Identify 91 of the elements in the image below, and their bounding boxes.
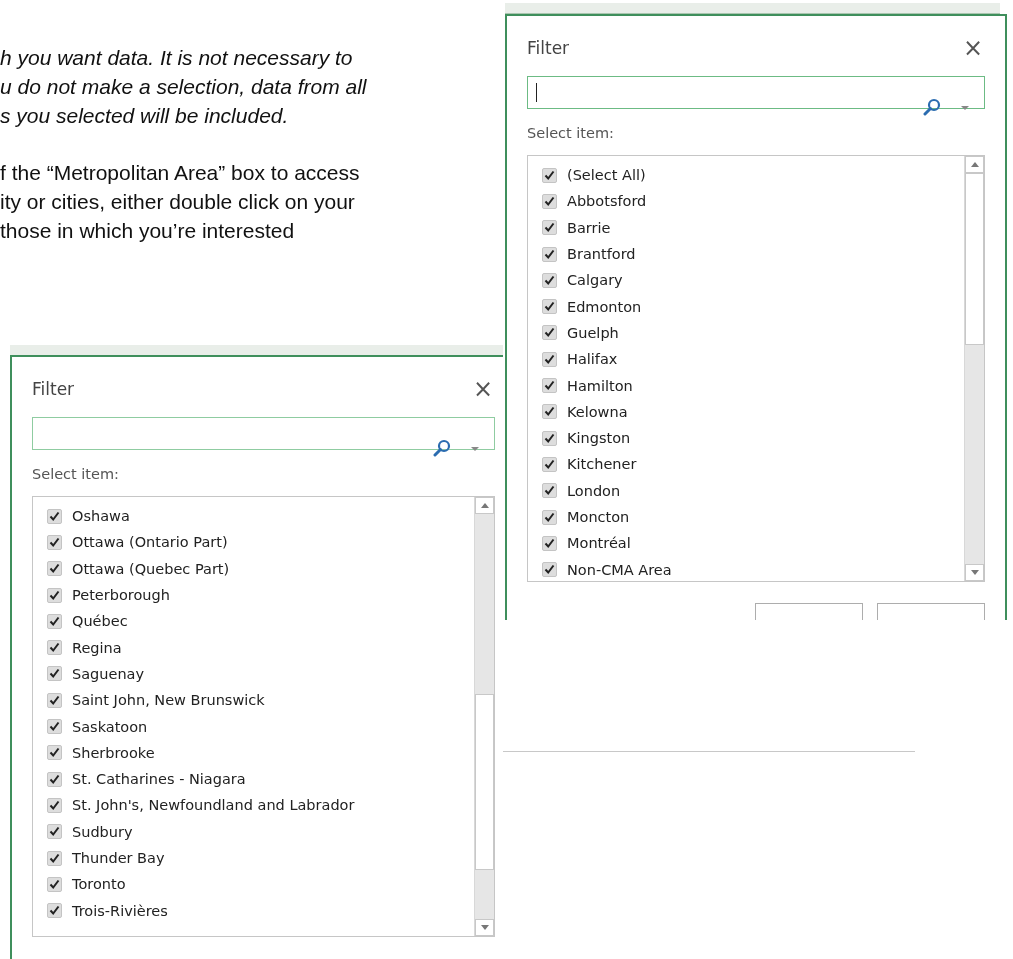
list-item[interactable]: (Select All) (542, 162, 964, 189)
list-label: Select item: (527, 125, 615, 143)
checkbox[interactable] (47, 876, 62, 892)
paragraph-line: those in which you’re interested (0, 218, 295, 244)
scrollbar[interactable] (474, 497, 494, 936)
checkbox[interactable] (47, 666, 62, 682)
checkbox[interactable] (542, 193, 557, 209)
caret-icon[interactable] (471, 447, 479, 451)
checkbox[interactable] (47, 613, 62, 629)
search-icon[interactable] (923, 98, 941, 116)
dialog-title: Filter (527, 38, 570, 58)
checkbox[interactable] (542, 562, 557, 578)
checkbox[interactable] (47, 534, 62, 550)
checkbox[interactable] (542, 246, 557, 262)
list-item[interactable]: Halifax (542, 346, 964, 373)
paragraph-line: s you selected will be included. (0, 103, 289, 129)
checkbox[interactable] (542, 299, 557, 315)
checkbox[interactable] (47, 561, 62, 577)
list-item[interactable]: Saint John, New Brunswick (47, 687, 474, 714)
paragraph-line: h you want data. It is not necessary to (0, 45, 353, 71)
checkbox[interactable] (542, 509, 557, 525)
checkbox[interactable] (542, 325, 557, 341)
list-item[interactable]: Sherbrooke (47, 739, 474, 766)
list-item[interactable]: Oshawa (47, 503, 474, 530)
list-item[interactable]: Kingston (542, 424, 964, 452)
checkbox[interactable] (542, 167, 557, 183)
list-item[interactable]: Ottawa (Quebec Part) (47, 555, 474, 582)
checkbox[interactable] (47, 692, 62, 708)
checkbox[interactable] (542, 456, 557, 472)
scroll-down-icon[interactable] (475, 919, 494, 936)
checkbox[interactable] (47, 824, 62, 840)
list-item[interactable]: Ottawa (Ontario Part) (47, 529, 474, 556)
scroll-down-icon[interactable] (965, 564, 984, 581)
list-item[interactable]: Barrie (542, 214, 964, 241)
search-icon[interactable] (433, 439, 451, 457)
list-item[interactable]: Hamilton (542, 372, 964, 399)
checkbox[interactable] (542, 351, 557, 367)
list-item[interactable]: St. John's, Newfoundland and Labrador (47, 792, 474, 819)
list-item[interactable]: Peterborough (47, 581, 474, 609)
checkbox[interactable] (47, 797, 62, 813)
paragraph-line: u do not make a selection, data from all (0, 74, 367, 100)
list-item[interactable]: Trois-Rivières (47, 897, 474, 924)
list-item[interactable]: Sudbury (47, 818, 474, 845)
scroll-up-icon[interactable] (965, 156, 984, 173)
checkbox[interactable] (542, 378, 557, 393)
scrollbar[interactable] (964, 156, 984, 581)
caret-icon[interactable] (961, 106, 969, 110)
list-item[interactable]: St. Catharines - Niagara (47, 765, 474, 793)
close-button[interactable]: × (472, 379, 493, 399)
checkbox[interactable] (542, 272, 557, 288)
checkbox[interactable] (47, 850, 62, 866)
list-item[interactable]: Kitchener (542, 451, 964, 478)
list-item[interactable]: Saguenay (47, 660, 474, 688)
checkbox[interactable] (542, 483, 557, 499)
list-item[interactable]: Moncton (542, 503, 964, 531)
list-label: Select item: (32, 466, 120, 484)
list-item[interactable]: Brantford (542, 240, 964, 268)
scroll-up-icon[interactable] (475, 497, 494, 514)
list-item[interactable]: Toronto (47, 871, 474, 898)
scroll-thumb[interactable] (475, 694, 494, 870)
checkbox[interactable] (47, 745, 62, 761)
search-field[interactable] (527, 76, 985, 109)
checkbox[interactable] (47, 719, 62, 734)
checkbox[interactable] (542, 535, 557, 551)
checkbox[interactable] (47, 771, 62, 787)
list-item[interactable]: Calgary (542, 267, 964, 294)
close-button[interactable]: × (962, 38, 983, 58)
list-item[interactable]: London (542, 477, 964, 504)
checkbox[interactable] (542, 220, 557, 236)
list-item[interactable]: Saskatoon (47, 713, 474, 740)
scroll-thumb[interactable] (965, 173, 984, 345)
list-item[interactable]: Guelph (542, 319, 964, 347)
list-item[interactable]: Abbotsford (542, 188, 964, 215)
list-item[interactable]: Québec (47, 608, 474, 635)
checkbox[interactable] (47, 640, 62, 656)
list-item[interactable]: Non-CMA Area (542, 556, 964, 581)
checkbox[interactable] (47, 508, 62, 524)
checkbox[interactable] (47, 587, 62, 603)
paragraph-line: ity or cities, either double click on your (0, 189, 355, 215)
dialog-title: Filter (32, 379, 75, 399)
list-item[interactable]: Regina (47, 634, 474, 661)
list-item[interactable]: Montréal (542, 530, 964, 557)
checkbox[interactable] (542, 404, 557, 420)
search-field[interactable] (32, 417, 495, 450)
list-item[interactable]: Edmonton (542, 293, 964, 320)
text-cursor (536, 83, 537, 102)
list-item[interactable]: Kelowna (542, 398, 964, 425)
list-item[interactable]: Thunder Bay (47, 844, 474, 872)
checkbox[interactable] (47, 903, 62, 919)
paragraph-line: f the “Metropolitan Area” box to access (0, 160, 360, 186)
checkbox[interactable] (542, 430, 557, 446)
